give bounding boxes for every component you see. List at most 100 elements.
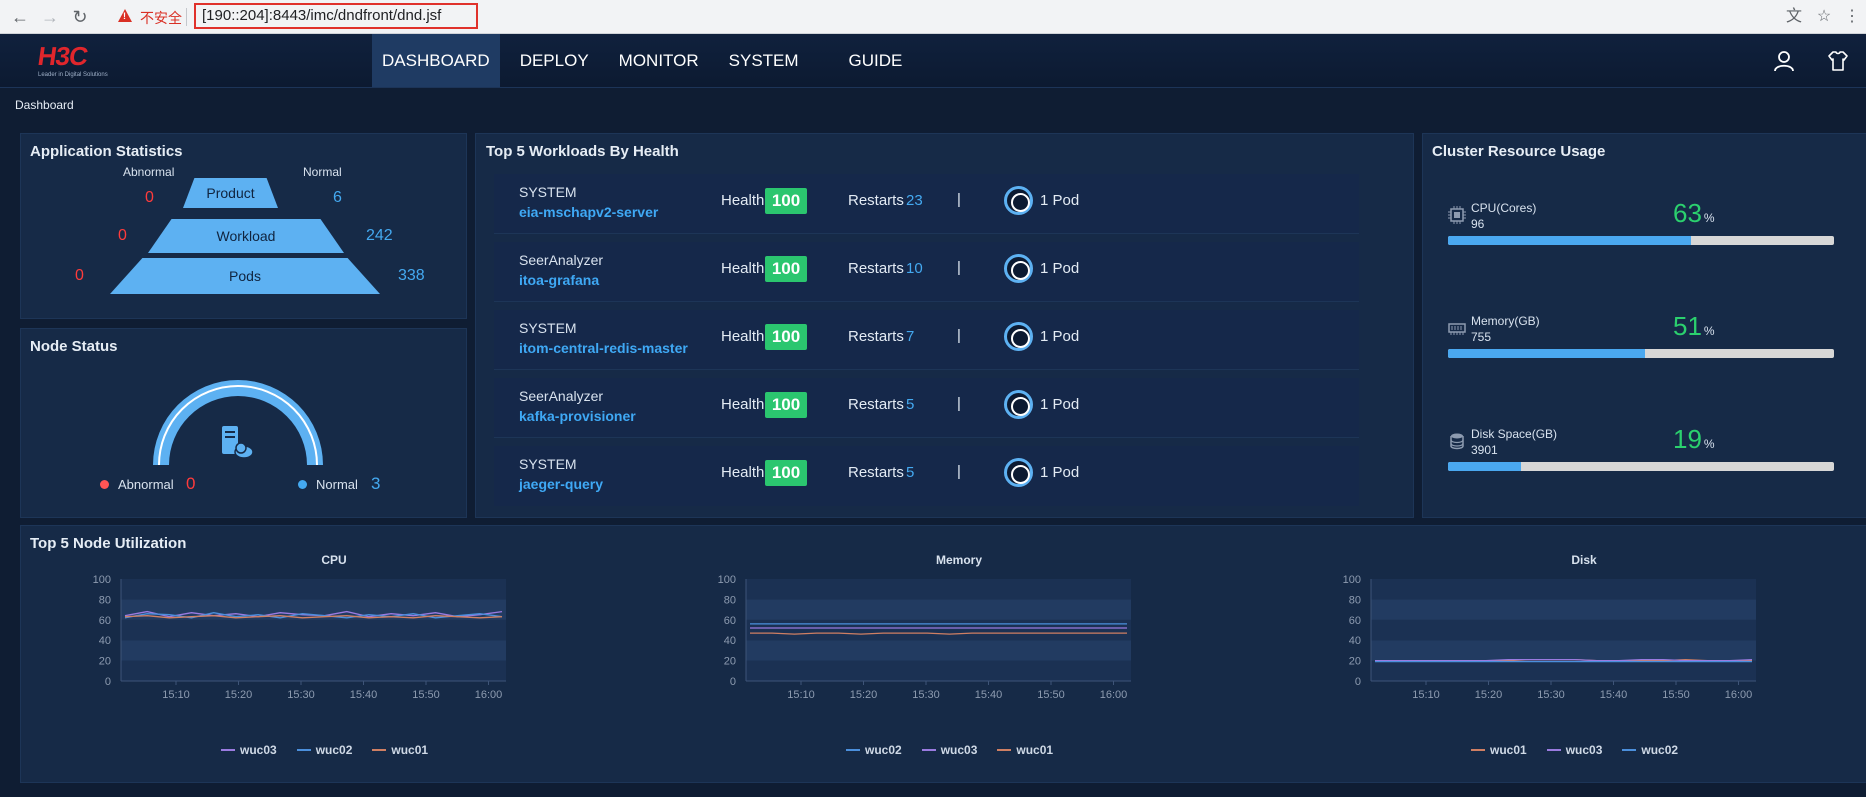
usage-bar	[1448, 236, 1834, 245]
menu-icon[interactable]: ⋮	[1842, 6, 1862, 28]
menu-deploy[interactable]: DEPLOY	[510, 34, 599, 87]
workload-row[interactable]: SYSTEM jaeger-query Health 100 Restarts …	[494, 446, 1359, 506]
legend-item-wuc02[interactable]: wuc02	[1622, 743, 1678, 757]
logo-text: H3C	[35, 41, 90, 71]
y-tick-label: 80	[99, 594, 111, 606]
x-tick-label: 16:00	[1100, 689, 1128, 701]
bookmark-star-icon[interactable]: ☆	[1814, 6, 1834, 28]
pod-count: 1 Pod	[1040, 192, 1080, 209]
forward-icon[interactable]: →	[38, 5, 62, 29]
abnormal-label: Abnormal	[118, 477, 174, 492]
workload-name[interactable]: kafka-provisioner	[519, 408, 636, 424]
x-tick-label: 15:10	[787, 689, 815, 701]
legend-swatch	[997, 749, 1012, 751]
normal-count: 3	[371, 474, 381, 493]
legend-item-wuc01[interactable]: wuc01	[372, 743, 428, 757]
product-tier[interactable]: Product	[183, 178, 278, 208]
legend-item-wuc03[interactable]: wuc03	[221, 743, 277, 757]
y-tick-label: 100	[93, 574, 111, 586]
divider: |	[957, 259, 961, 276]
workload-name[interactable]: itom-central-redis-master	[519, 340, 688, 356]
cluster-usage-panel: Cluster Resource Usage CPU(Cores) 96 63%…	[1422, 133, 1866, 518]
chart-band	[121, 640, 506, 661]
menu-system[interactable]: SYSTEM	[719, 34, 809, 87]
pods-abnormal: 0	[75, 267, 84, 284]
address-bar[interactable]: 不安全 [190::204]:8443/imc/dndfront/dnd.jsf	[108, 3, 1866, 31]
workload-row[interactable]: SeerAnalyzer itoa-grafana Health 100 Res…	[494, 242, 1359, 302]
workload-namespace: SYSTEM	[519, 184, 577, 200]
restarts-count: 7	[906, 328, 915, 345]
pod-icon	[1004, 322, 1033, 351]
resource-name: CPU(Cores)	[1471, 201, 1537, 215]
url-text[interactable]: [190::204]:8443/imc/dndfront/dnd.jsf	[202, 7, 441, 24]
y-tick-label: 80	[1349, 594, 1361, 606]
menu-monitor[interactable]: MONITOR	[609, 34, 709, 87]
legend-swatch	[1546, 749, 1561, 751]
legend-item-wuc01[interactable]: wuc01	[997, 743, 1053, 757]
pod-icon	[1004, 458, 1033, 487]
workload-name[interactable]: eia-mschapv2-server	[519, 204, 658, 220]
legend-label: wuc02	[315, 743, 353, 757]
usage-bar	[1448, 349, 1834, 358]
x-tick-label: 15:40	[975, 689, 1003, 701]
menu-dashboard[interactable]: DASHBOARD	[372, 34, 500, 87]
user-icon[interactable]	[1771, 48, 1797, 74]
disk-chart-legend: wuc01 wuc03 wuc02	[1471, 743, 1678, 757]
x-tick-label: 15:30	[912, 689, 940, 701]
brand-logo[interactable]: H3C Leader in Digital Solutions	[35, 41, 128, 82]
pod-icon	[1004, 390, 1033, 419]
legend-swatch	[296, 749, 311, 751]
legend-item-wuc03[interactable]: wuc03	[921, 743, 977, 757]
chart-title: CPU	[321, 553, 347, 567]
restarts-label: Restarts	[848, 328, 904, 345]
reload-icon[interactable]: ↻	[68, 5, 92, 29]
menu-guide[interactable]: GUIDE	[839, 34, 913, 87]
workload-namespace: SYSTEM	[519, 456, 577, 472]
workload-tier[interactable]: Workload	[148, 219, 344, 253]
divider: |	[957, 191, 961, 208]
workload-row[interactable]: SYSTEM eia-mschapv2-server Health 100 Re…	[494, 174, 1359, 234]
breadcrumb: Dashboard	[15, 98, 74, 112]
y-tick-label: 80	[724, 594, 736, 606]
y-tick-label: 0	[105, 676, 111, 688]
legend-item-wuc01[interactable]: wuc01	[1471, 743, 1527, 757]
health-label: Health	[721, 260, 765, 277]
legend-item-wuc03[interactable]: wuc03	[1546, 743, 1602, 757]
pod-icon	[1004, 186, 1033, 215]
pods-tier[interactable]: Pods	[110, 258, 380, 294]
cpu-chart: 0 20 40 60 80 100 15:10 15:20 15:30 15:40 15:50 16:…	[93, 574, 506, 701]
resource-percent: 63%	[1673, 198, 1715, 229]
health-badge: 100	[765, 188, 807, 214]
x-tick-label: 15:30	[287, 689, 315, 701]
percent-value: 19	[1673, 424, 1702, 454]
disk-usage: Disk Space(GB) 3901 19%	[1443, 424, 1843, 504]
legend-label: wuc03	[240, 743, 277, 757]
back-icon[interactable]: ←	[8, 5, 32, 29]
chart-band	[121, 660, 506, 681]
y-tick-label: 100	[1343, 574, 1361, 586]
translate-icon[interactable]: 文	[1784, 6, 1804, 28]
legend-item-wuc02[interactable]: wuc02	[846, 743, 902, 757]
workload-row[interactable]: SYSTEM itom-central-redis-master Health …	[494, 310, 1359, 370]
usage-bar-fill	[1448, 349, 1645, 358]
restarts-label: Restarts	[848, 260, 904, 277]
workload-row[interactable]: SeerAnalyzer kafka-provisioner Health 10…	[494, 378, 1359, 438]
resource-percent: 19%	[1673, 424, 1715, 455]
normal-label: Normal	[316, 477, 358, 492]
health-label: Health	[721, 464, 765, 481]
abnormal-dot	[100, 480, 109, 489]
chart-title: Disk	[1571, 553, 1597, 567]
x-tick-label: 15:20	[850, 689, 878, 701]
health-badge: 100	[765, 392, 807, 418]
usage-bar	[1448, 462, 1834, 471]
skin-icon[interactable]	[1825, 48, 1851, 74]
logo-tagline: Leader in Digital Solutions	[38, 72, 108, 78]
workload-name[interactable]: jaeger-query	[519, 476, 603, 492]
workload-name[interactable]: itoa-grafana	[519, 272, 599, 288]
panel-title: Top 5 Node Utilization	[30, 535, 187, 552]
health-label: Health	[721, 396, 765, 413]
workload-namespace: SeerAnalyzer	[519, 388, 604, 404]
y-tick-label: 40	[99, 635, 111, 647]
resource-name: Memory(GB)	[1471, 314, 1540, 328]
legend-item-wuc02[interactable]: wuc02	[296, 743, 353, 757]
